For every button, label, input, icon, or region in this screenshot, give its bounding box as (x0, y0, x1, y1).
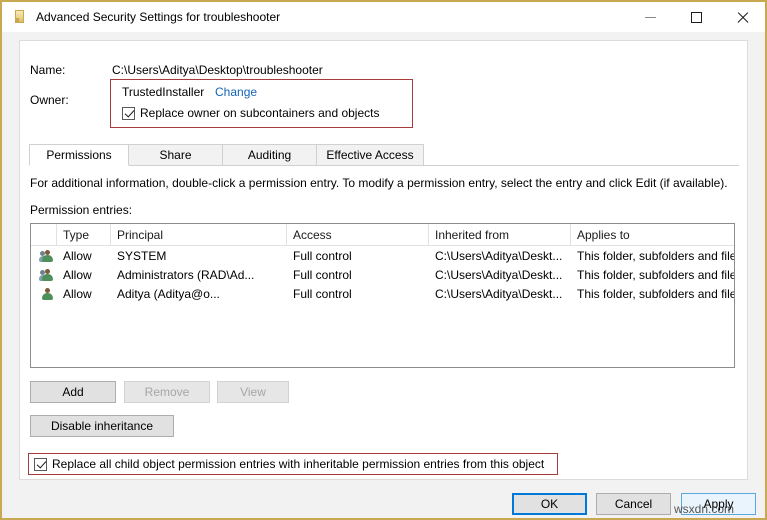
replace-all-checkbox-label: Replace all child object permission entr… (52, 457, 545, 471)
folder-icon (12, 9, 28, 25)
close-button[interactable] (719, 2, 765, 32)
column-header-type[interactable]: Type (57, 224, 111, 245)
row-inherited-from: C:\Users\Aditya\Deskt... (435, 248, 563, 263)
group-icon (31, 249, 57, 263)
disable-inheritance-button[interactable]: Disable inheritance (30, 415, 174, 437)
tab-effective-access[interactable]: Effective Access (316, 144, 424, 166)
list-header: Type Principal Access Inherited from App… (31, 224, 734, 246)
column-header-access[interactable]: Access (287, 224, 429, 245)
dialog-page: Name: C:\Users\Aditya\Desktop\troublesho… (19, 40, 748, 480)
column-header-principal[interactable]: Principal (111, 224, 287, 245)
ok-button[interactable]: OK (512, 493, 587, 515)
minimize-button[interactable] (627, 2, 673, 32)
tab-auditing[interactable]: Auditing (222, 144, 317, 166)
dialog-footer: OK Cancel Apply (4, 487, 763, 518)
name-value: C:\Users\Aditya\Desktop\troubleshooter (112, 63, 323, 77)
minimize-icon (644, 16, 656, 18)
apply-button[interactable]: Apply (681, 493, 756, 515)
close-icon (736, 11, 749, 24)
table-row[interactable]: Allow SYSTEM Full control C:\Users\Adity… (31, 246, 734, 265)
tab-permissions-label: Permissions (46, 148, 112, 162)
owner-value: TrustedInstaller (122, 85, 205, 99)
table-row[interactable]: Allow Administrators (RAD\Ad... Full con… (31, 265, 734, 284)
add-button[interactable]: Add (30, 381, 116, 403)
tab-strip: Permissions Share Auditing Effective Acc… (29, 144, 739, 166)
window-title: Advanced Security Settings for troublesh… (36, 10, 281, 24)
tab-effective-access-label: Effective Access (326, 148, 414, 162)
row-principal: SYSTEM (117, 248, 167, 263)
column-header-spacer (31, 224, 57, 245)
row-access: Full control (293, 286, 352, 301)
row-access: Full control (293, 248, 352, 263)
row-applies-to: This folder, subfolders and files (577, 248, 734, 263)
replace-all-child-permissions-checkbox[interactable]: Replace all child object permission entr… (28, 453, 558, 475)
tab-permissions[interactable]: Permissions (29, 144, 129, 166)
maximize-button[interactable] (673, 2, 719, 32)
row-inherited-from: C:\Users\Aditya\Deskt... (435, 286, 563, 301)
view-button[interactable]: View (217, 381, 289, 403)
owner-label: Owner: (30, 93, 69, 107)
group-icon (31, 268, 57, 282)
row-inherited-from: C:\Users\Aditya\Deskt... (435, 267, 563, 282)
user-icon (31, 287, 57, 301)
column-header-applies-to[interactable]: Applies to (571, 224, 734, 245)
info-text: For additional information, double-click… (30, 176, 728, 190)
caption-buttons (627, 2, 765, 32)
tab-auditing-label: Auditing (247, 148, 292, 162)
permission-entries-list[interactable]: Type Principal Access Inherited from App… (30, 223, 735, 368)
replace-owner-checkbox-label: Replace owner on subcontainers and objec… (140, 106, 380, 120)
title-bar: Advanced Security Settings for troublesh… (2, 2, 765, 32)
owner-highlight-box: TrustedInstaller Change Replace owner on… (110, 79, 413, 128)
table-row[interactable]: Allow Aditya (Aditya@o... Full control C… (31, 284, 734, 303)
row-principal: Aditya (Aditya@o... (117, 286, 220, 301)
row-access: Full control (293, 267, 352, 282)
row-type: Allow (63, 248, 92, 263)
replace-owner-checkbox[interactable]: Replace owner on subcontainers and objec… (122, 106, 379, 120)
maximize-icon (690, 11, 702, 23)
row-applies-to: This folder, subfolders and files (577, 286, 734, 301)
permission-entries-label: Permission entries: (30, 203, 133, 217)
row-type: Allow (63, 267, 92, 282)
row-principal: Administrators (RAD\Ad... (117, 267, 255, 282)
row-type: Allow (63, 286, 92, 301)
dialog-client: Name: C:\Users\Aditya\Desktop\troublesho… (4, 32, 763, 518)
cancel-button[interactable]: Cancel (596, 493, 671, 515)
advanced-security-settings-window: Advanced Security Settings for troublesh… (0, 0, 767, 520)
tab-share[interactable]: Share (128, 144, 223, 166)
row-applies-to: This folder, subfolders and files (577, 267, 734, 282)
column-header-inherited-from[interactable]: Inherited from (429, 224, 571, 245)
replace-all-checkbox-box[interactable] (34, 457, 47, 471)
change-owner-link[interactable]: Change (215, 85, 257, 99)
remove-button[interactable]: Remove (124, 381, 210, 403)
tab-share-label: Share (159, 148, 192, 162)
replace-owner-checkbox-box[interactable] (122, 106, 135, 120)
name-label: Name: (30, 63, 66, 77)
